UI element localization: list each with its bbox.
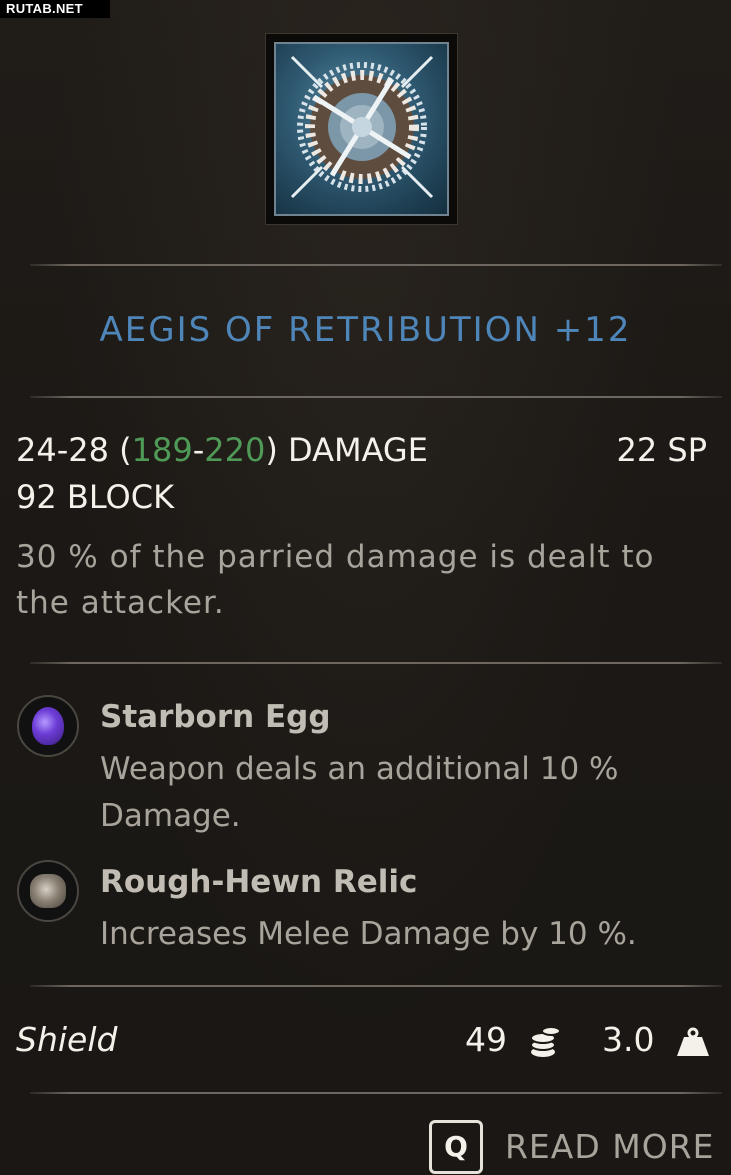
rough-hewn-relic-icon	[17, 860, 79, 922]
item-weight: 3.0	[602, 1020, 655, 1059]
divider	[30, 264, 722, 266]
weight-icon	[677, 1027, 709, 1056]
damage-stat: 24-28 (189-220) DAMAGE	[16, 431, 428, 469]
divider	[30, 985, 722, 987]
damage-scaled-max: 220	[204, 431, 266, 469]
item-image-frame	[265, 33, 458, 225]
divider	[30, 396, 722, 398]
item-type: Shield	[16, 1020, 118, 1059]
watermark: RUTAB.NET	[0, 0, 110, 18]
item-value: 49	[465, 1020, 507, 1059]
read-more-button[interactable]: READ MORE	[505, 1127, 714, 1166]
shield-item-icon	[274, 42, 449, 216]
divider	[30, 1092, 722, 1094]
modifier-description: Increases Melee Damage by 10 %.	[100, 916, 637, 952]
item-title: AEGIS OF RETRIBUTION +12	[99, 310, 632, 350]
divider	[30, 662, 722, 664]
stamina-cost: 22 SP	[616, 431, 708, 469]
block-stat: 92 BLOCK	[16, 478, 175, 516]
damage-base-max: 28	[68, 431, 109, 469]
starborn-egg-icon	[17, 695, 79, 757]
coins-icon	[530, 1026, 561, 1057]
modifier-description: Weapon deals an additional 10 % Damage.	[100, 751, 619, 834]
read-more-key[interactable]: Q	[429, 1120, 483, 1174]
damage-scaled-min: 189	[131, 431, 193, 469]
damage-label: DAMAGE	[288, 431, 428, 469]
damage-base-min: 24	[16, 431, 57, 469]
modifier-name: Starborn Egg	[100, 699, 331, 735]
modifier-name: Rough-Hewn Relic	[100, 864, 418, 900]
item-effect: 30 % of the parried damage is dealt to t…	[16, 539, 655, 621]
